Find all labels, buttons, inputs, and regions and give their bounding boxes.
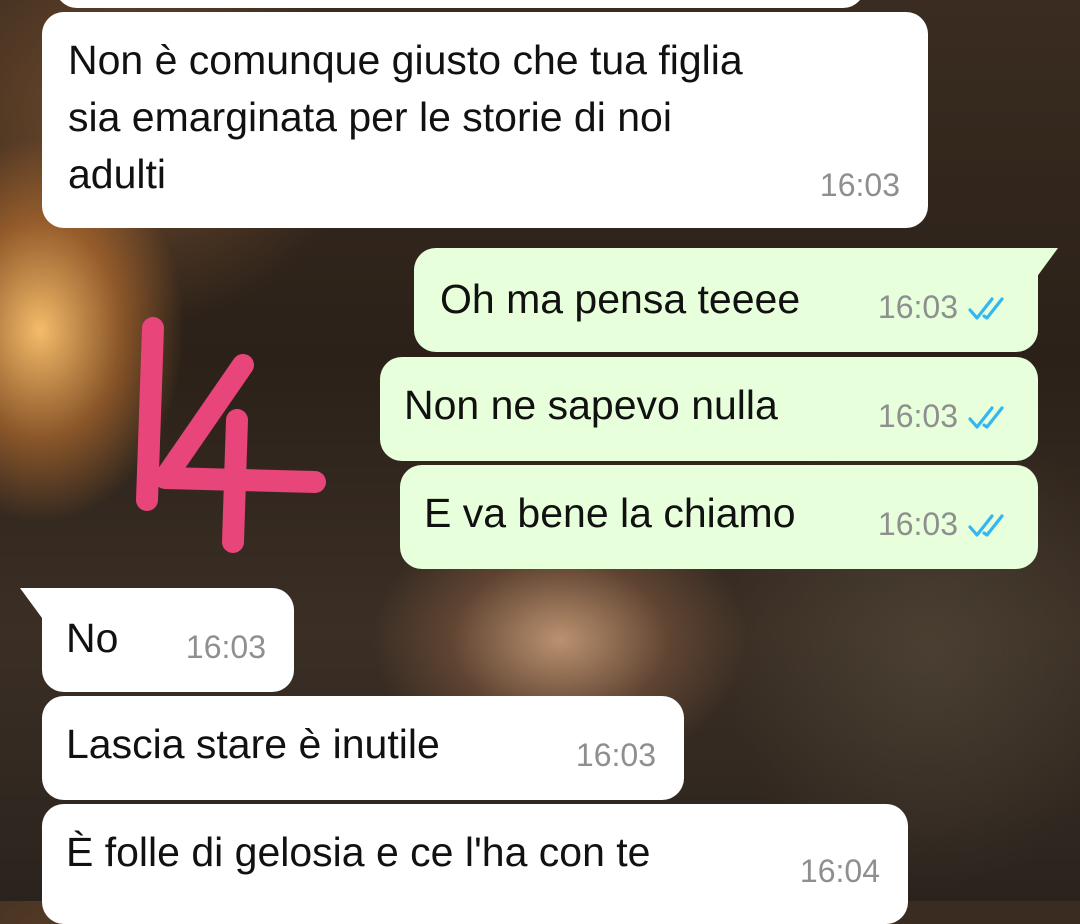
message-timestamp: 16:03: [819, 167, 900, 203]
chat-area[interactable]: Non è comunque giusto che tua figlia sia…: [0, 0, 1080, 924]
message-bubble-incoming[interactable]: È folle di gelosia e ce l'ha con te 16:0…: [42, 804, 908, 924]
message-timestamp: 16:03: [877, 289, 958, 325]
message-timestamp: 16:03: [185, 629, 266, 665]
message-timestamp: 16:04: [799, 853, 880, 889]
message-text: E va bene la chiamo: [424, 490, 796, 536]
message-text: Oh ma pensa teeee: [440, 276, 801, 322]
message-text: È folle di gelosia e ce l'ha con te: [66, 829, 651, 875]
message-text: Non ne sapevo nulla: [404, 382, 778, 428]
message-text: Non è comunque giusto che tua figlia sia…: [68, 37, 743, 197]
double-check-icon: [968, 405, 1004, 429]
message-text: No: [66, 615, 119, 661]
message-bubble-incoming[interactable]: Non è comunque giusto che tua figlia sia…: [42, 12, 928, 228]
message-bubble-outgoing[interactable]: Oh ma pensa teeee 16:03: [414, 248, 1058, 352]
bubble-tail: [1036, 248, 1058, 278]
message-timestamp: 16:03: [877, 506, 958, 542]
message-bubble-incoming[interactable]: Lascia stare è inutile 16:03: [42, 696, 684, 800]
double-check-icon: [968, 513, 1004, 537]
message-bubble-incoming[interactable]: No 16:03: [20, 588, 294, 692]
previous-message-bubble[interactable]: [55, 0, 865, 8]
message-bubble-outgoing[interactable]: E va bene la chiamo 16:03: [400, 465, 1038, 569]
double-check-icon: [968, 296, 1004, 320]
message-text: Lascia stare è inutile: [66, 721, 440, 767]
bubble-tail: [20, 588, 42, 618]
message-timestamp: 16:03: [575, 737, 656, 773]
message-timestamp: 16:03: [877, 398, 958, 434]
handwritten-number-annotation: [136, 317, 326, 553]
message-bubble-outgoing[interactable]: Non ne sapevo nulla 16:03: [380, 357, 1038, 461]
